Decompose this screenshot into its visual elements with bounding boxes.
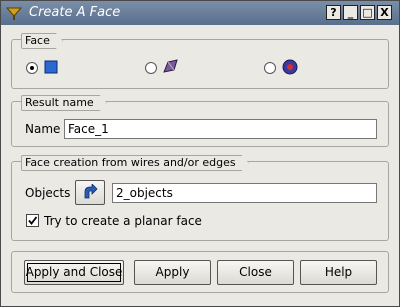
result-name-group: Result name Name Face_1	[11, 101, 389, 147]
select-arrow-icon	[84, 184, 98, 199]
apply-and-close-label: Apply and Close	[25, 265, 123, 279]
title-bar[interactable]: Create A Face ? _ □ X	[1, 1, 399, 25]
objects-field[interactable]: 2_objects	[112, 183, 377, 203]
close-window-button[interactable]: X	[377, 5, 392, 20]
face-group-title: Face	[21, 33, 63, 49]
help-label: Help	[324, 265, 353, 279]
result-name-group-title: Result name	[21, 95, 107, 111]
select-objects-button[interactable]	[75, 180, 105, 205]
face-type-radio-2[interactable]	[145, 62, 157, 74]
objects-label: Objects	[25, 186, 71, 200]
maximize-button[interactable]: □	[360, 5, 375, 20]
name-field[interactable]: Face_1	[64, 119, 377, 139]
help-window-button[interactable]: ?	[326, 5, 341, 20]
face-creation-group: Face creation from wires and/or edges Ob…	[11, 161, 389, 241]
blue-square-face-icon	[44, 60, 58, 74]
window-title: Create A Face	[29, 5, 121, 20]
face-type-radio-3[interactable]	[264, 62, 276, 74]
apply-and-close-button[interactable]: Apply and Close	[24, 260, 124, 285]
name-label: Name	[25, 122, 61, 136]
app-menu-icon[interactable]	[5, 4, 23, 22]
planar-face-label: Try to create a planar face	[44, 214, 202, 228]
close-button[interactable]: Close	[217, 260, 294, 285]
apply-label: Apply	[155, 265, 190, 279]
spherical-face-icon	[282, 59, 298, 75]
help-button[interactable]: Help	[300, 260, 377, 285]
face-creation-group-title: Face creation from wires and/or edges	[21, 155, 249, 171]
checkmark-icon	[28, 216, 38, 225]
minimize-button[interactable]: _	[343, 5, 358, 20]
face-type-radio-1[interactable]	[26, 62, 38, 74]
apply-button[interactable]: Apply	[134, 260, 211, 285]
planar-face-checkbox[interactable]	[26, 214, 39, 227]
close-label: Close	[239, 265, 272, 279]
shell-face-icon	[163, 59, 178, 73]
face-group: Face	[11, 39, 389, 89]
create-face-dialog: Create A Face ? _ □ X Face Result name N…	[0, 0, 400, 307]
